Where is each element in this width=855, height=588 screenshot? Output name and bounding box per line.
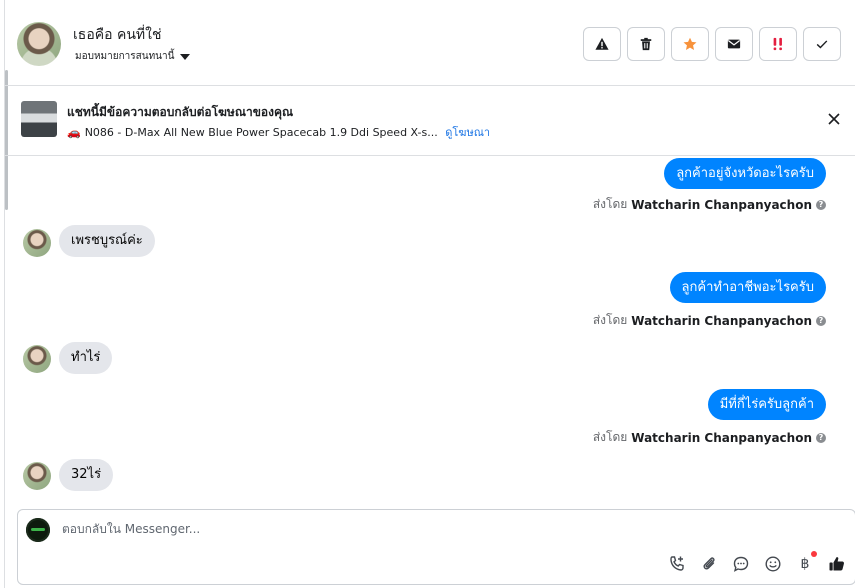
saved-replies-button[interactable]: [731, 554, 751, 574]
ad-product-name: N086 - D-Max All New Blue Power Spacecab…: [84, 126, 438, 139]
reply-input[interactable]: [62, 522, 762, 536]
sender-name: Watcharin Chanpanyachon: [631, 197, 812, 212]
header-actions: [583, 27, 841, 61]
car-icon: 🚗: [67, 126, 81, 139]
like-button[interactable]: [827, 554, 847, 574]
message-composer: ฿: [17, 509, 855, 585]
view-ad-link[interactable]: ดูโฆษณา: [445, 126, 490, 139]
contact-name[interactable]: เธอคือ คนที่ใช่: [73, 24, 161, 46]
smiley-icon: [765, 556, 781, 572]
follow-up-button[interactable]: [759, 27, 797, 61]
assign-label: มอบหมายการสนทนานี้: [75, 51, 175, 62]
contact-avatar[interactable]: [23, 229, 51, 257]
sent-by-prefix: ส่งโดย: [592, 430, 628, 444]
mark-spam-button[interactable]: [583, 27, 621, 61]
ad-thumbnail[interactable]: [21, 101, 57, 137]
conversation-header: เธอคือ คนที่ใช่ มอบหมายการสนทนานี้: [5, 0, 855, 86]
outgoing-message[interactable]: มีที่กี่ไร่ครับลูกค้า: [707, 389, 826, 420]
star-button[interactable]: [671, 27, 709, 61]
outgoing-message[interactable]: ลูกค้าทำอาชีพอะไรครับ: [669, 272, 826, 303]
caret-down-icon: [180, 53, 191, 60]
page-avatar: [26, 518, 50, 542]
incoming-message[interactable]: เพรชบูรณ์ค่ะ: [59, 225, 155, 257]
call-button[interactable]: [667, 554, 687, 574]
follow-up-icon: [773, 37, 782, 51]
info-icon[interactable]: ?: [816, 199, 826, 210]
mark-done-button[interactable]: [803, 27, 841, 61]
delete-button[interactable]: [627, 27, 665, 61]
sent-by-prefix: ส่งโดย: [592, 197, 628, 211]
contact-avatar[interactable]: [23, 462, 51, 490]
sender-name: Watcharin Chanpanyachon: [631, 313, 812, 328]
star-icon: [683, 37, 697, 50]
attach-button[interactable]: [699, 554, 719, 574]
envelope-icon: [727, 39, 741, 49]
notification-dot: [811, 551, 817, 557]
incoming-message[interactable]: 32ไร่: [59, 459, 114, 491]
warning-icon: [595, 37, 609, 50]
baht-icon: ฿: [800, 556, 810, 572]
assign-conversation-dropdown[interactable]: มอบหมายการสนทนานี้: [75, 49, 191, 64]
sender-name: Watcharin Chanpanyachon: [631, 430, 812, 445]
sent-by-label: ส่งโดย Watcharin Chanpanyachon ?: [593, 428, 826, 447]
mark-unread-button[interactable]: [715, 27, 753, 61]
chat-bubble-icon: [733, 556, 749, 572]
trash-icon: [640, 37, 652, 51]
check-icon: [816, 40, 828, 49]
conversation-panel: เธอคือ คนที่ใช่ มอบหมายการสนทนานี้ แชทนี…: [4, 0, 855, 588]
sent-by-label: ส่งโดย Watcharin Chanpanyachon ?: [593, 195, 826, 214]
info-icon[interactable]: ?: [816, 432, 826, 443]
emoji-button[interactable]: [763, 554, 783, 574]
sent-by-prefix: ส่งโดย: [592, 313, 628, 327]
close-icon[interactable]: [826, 111, 842, 127]
ad-product-line: 🚗 N086 - D-Max All New Blue Power Spaceca…: [67, 123, 490, 141]
contact-avatar[interactable]: [23, 345, 51, 373]
thumbs-up-icon: [829, 557, 844, 571]
incoming-message[interactable]: ทำไร่: [59, 342, 113, 374]
payment-button[interactable]: ฿: [795, 551, 817, 574]
message-thread: ลูกค้าอยู่จังหวัดอะไรครับ ส่งโดย Watchar…: [5, 157, 855, 507]
composer-tools: ฿: [667, 551, 847, 574]
phone-plus-icon: [670, 556, 684, 571]
paperclip-icon: [703, 557, 715, 570]
sent-by-label: ส่งโดย Watcharin Chanpanyachon ?: [593, 311, 826, 330]
outgoing-message[interactable]: ลูกค้าอยู่จังหวัดอะไรครับ: [664, 158, 826, 189]
ad-banner-title: แชทนี้มีข้อความตอบกลับต่อโฆษณาของคุณ: [67, 105, 294, 119]
contact-avatar[interactable]: [17, 22, 61, 66]
info-icon[interactable]: ?: [816, 315, 826, 326]
ad-reply-banner: แชทนี้มีข้อความตอบกลับต่อโฆษณาของคุณ 🚗 N0…: [5, 86, 855, 156]
